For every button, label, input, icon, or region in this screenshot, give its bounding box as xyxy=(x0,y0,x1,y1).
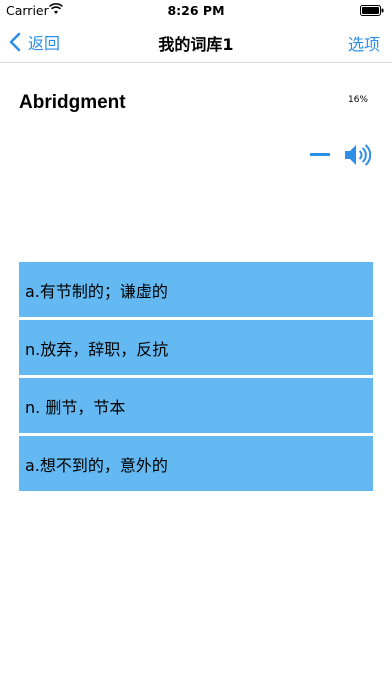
page-title: 我的词库1 xyxy=(158,35,234,54)
options-button[interactable]: 选项 xyxy=(348,31,380,55)
clock: 8:26 PM xyxy=(167,3,225,18)
status-bar: Carrier 8:26 PM xyxy=(0,0,392,22)
minus-icon xyxy=(310,153,330,156)
minus-button[interactable] xyxy=(308,142,332,166)
progress-percent: 16% xyxy=(347,95,368,105)
speaker-icon[interactable] xyxy=(343,142,371,168)
navigation-bar: 返回 我的词库1 选项 xyxy=(0,22,392,63)
answer-choice[interactable]: n. 删节，节本 xyxy=(19,378,373,433)
battery-icon xyxy=(360,5,384,16)
answer-choice[interactable]: n.放弃，辞职，反抗 xyxy=(19,320,373,375)
answer-choices: a.有节制的；谦虚的 n.放弃，辞职，反抗 n. 删节，节本 a.想不到的，意外… xyxy=(19,262,373,494)
answer-choice[interactable]: a.有节制的；谦虚的 xyxy=(19,262,373,317)
answer-choice[interactable]: a.想不到的，意外的 xyxy=(19,436,373,491)
vocabulary-word: Abridgment xyxy=(19,92,126,113)
